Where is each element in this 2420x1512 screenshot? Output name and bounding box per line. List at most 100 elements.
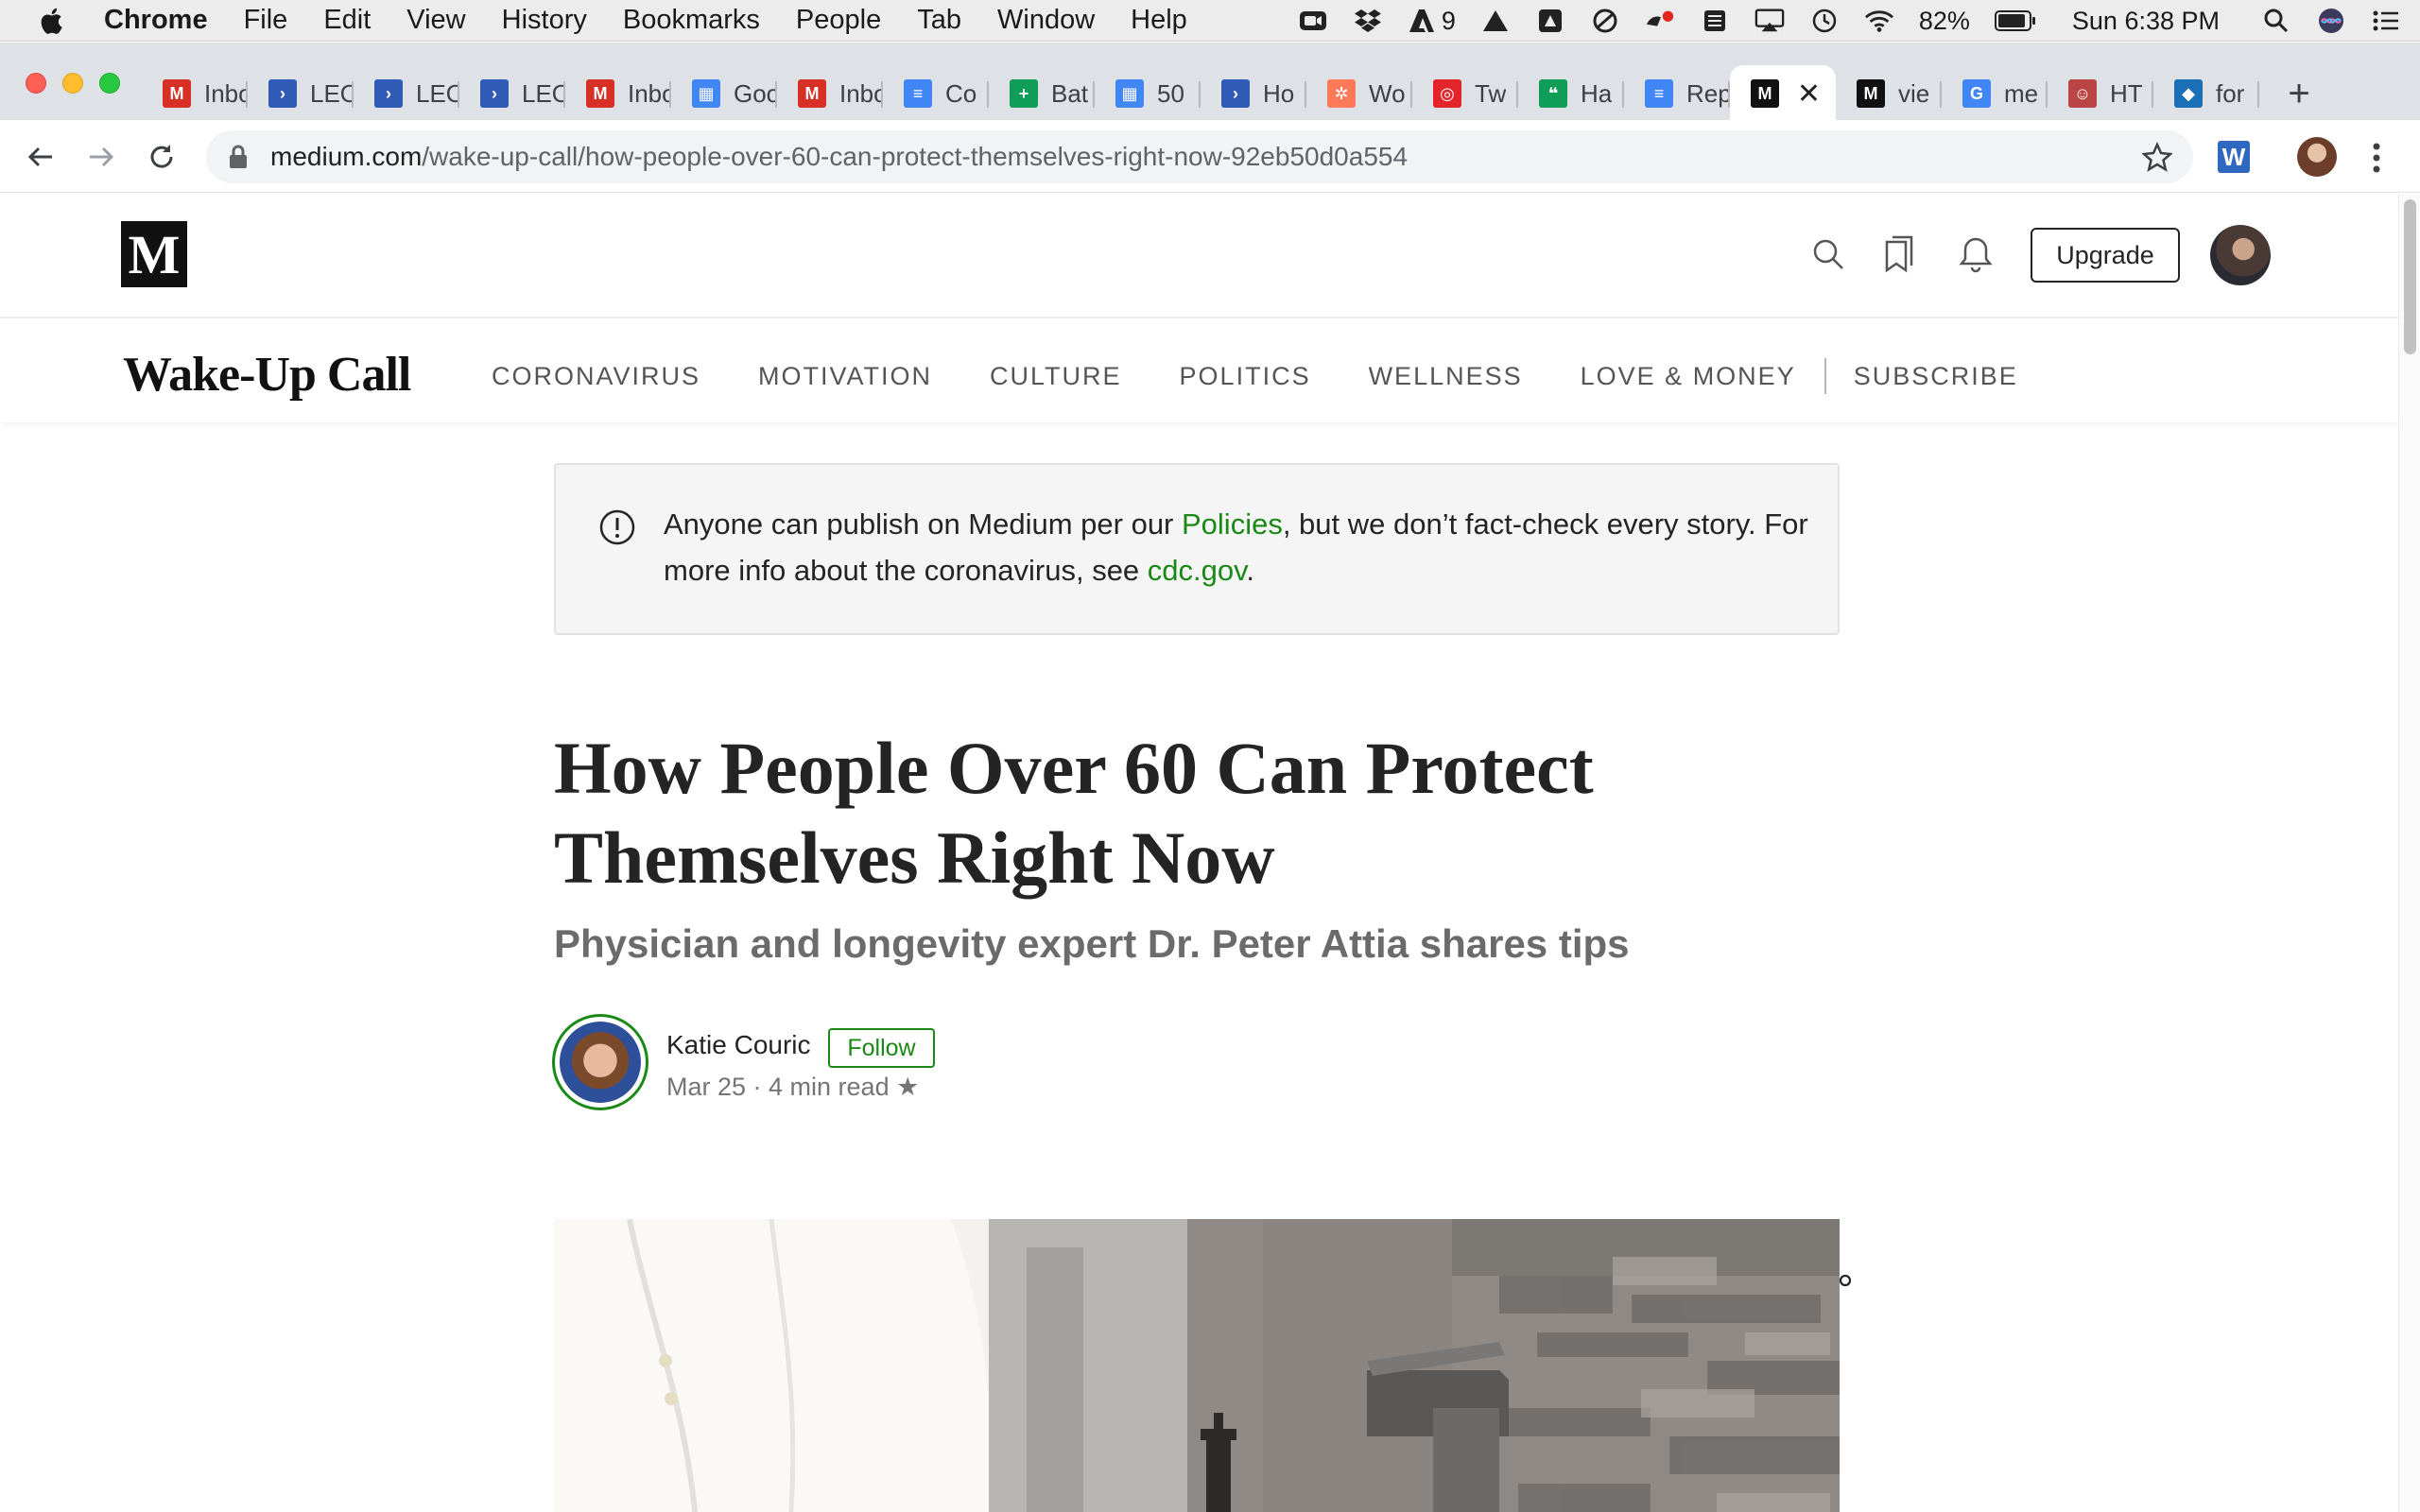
- lock-icon[interactable]: [227, 144, 250, 170]
- upgrade-button[interactable]: Upgrade: [2031, 228, 2180, 283]
- menu-bar-clock[interactable]: Sun 6:38 PM: [2072, 7, 2220, 36]
- browser-tab[interactable]: ❝ Ha: [1518, 68, 1624, 119]
- macos-menu-bar: Chrome File Edit View History Bookmarks …: [0, 0, 2420, 42]
- menu-app-name[interactable]: Chrome: [104, 5, 208, 36]
- nav-politics[interactable]: POLITICS: [1180, 362, 1311, 391]
- nav-culture[interactable]: CULTURE: [990, 362, 1122, 391]
- dropbox-icon[interactable]: [1353, 7, 1383, 35]
- chrome-menu-icon[interactable]: [2371, 139, 2382, 177]
- browser-tab[interactable]: Gme: [1942, 68, 2048, 119]
- browser-tab[interactable]: ▦ Goo: [671, 68, 777, 119]
- menu-help[interactable]: Help: [1131, 5, 1187, 36]
- google-icon: G: [1962, 79, 1991, 108]
- browser-tab[interactable]: › LEO: [354, 68, 459, 119]
- article-subtitle: Physician and longevity expert Dr. Peter…: [554, 921, 1630, 966]
- user-avatar[interactable]: [2210, 225, 2271, 285]
- browser-tab[interactable]: ◎ Tw: [1412, 68, 1518, 119]
- word-extension-icon[interactable]: W: [2218, 141, 2250, 173]
- wifi-icon[interactable]: [1864, 7, 1894, 35]
- window-minimize-button[interactable]: [62, 73, 83, 94]
- notification-center-icon[interactable]: [2371, 7, 2401, 35]
- stack-icon[interactable]: [1700, 7, 1730, 35]
- notifications-button[interactable]: [1953, 232, 1998, 277]
- browser-tab[interactable]: Mvie: [1836, 68, 1942, 119]
- window-close-button[interactable]: [26, 73, 46, 94]
- browser-tab[interactable]: M Inbox: [565, 68, 671, 119]
- menu-window[interactable]: Window: [997, 5, 1095, 36]
- window-zoom-button[interactable]: [99, 73, 120, 94]
- tab-title: HT: [2110, 78, 2143, 108]
- browser-tab[interactable]: + Bat: [989, 68, 1095, 119]
- notice-text-end: .: [1246, 554, 1254, 587]
- nav-motivation[interactable]: MOTIVATION: [758, 362, 932, 391]
- browser-tab[interactable]: ☺ HT: [2048, 68, 2153, 119]
- airplay-icon[interactable]: [1754, 7, 1785, 35]
- browser-tab[interactable]: ≡ Co: [883, 68, 989, 119]
- time-machine-icon[interactable]: [1809, 7, 1840, 35]
- publication-bar: Wake-Up Call CORONAVIRUS MOTIVATION CULT…: [0, 318, 2398, 422]
- menu-file[interactable]: File: [244, 5, 288, 36]
- nav-wellness[interactable]: WELLNESS: [1369, 362, 1523, 391]
- browser-toolbar: medium.com/wake-up-call/how-people-over-…: [0, 120, 2420, 193]
- creative-cloud-icon[interactable]: [1535, 7, 1565, 35]
- tab-list: M Inbox › LEO › LEO › LEO M Inbox ▦ Goo M Inbox ≡ Co + Ba…: [142, 65, 2325, 122]
- author-name[interactable]: Katie Couric: [666, 1030, 811, 1060]
- close-tab-icon[interactable]: ✕: [1797, 77, 1821, 111]
- tab-title: Co: [945, 78, 977, 108]
- browser-tab[interactable]: M ✕: [1730, 65, 1836, 122]
- gmail-icon: M: [798, 79, 826, 108]
- adobe-icon[interactable]: 9: [1408, 7, 1456, 35]
- browser-tab[interactable]: ≡ Rep: [1624, 68, 1730, 119]
- arrow-app-icon: ›: [374, 79, 403, 108]
- forward-button[interactable]: [81, 137, 121, 177]
- new-tab-button[interactable]: +: [2273, 68, 2325, 119]
- browser-tab[interactable]: ✲ Wo: [1306, 68, 1412, 119]
- back-button[interactable]: [21, 137, 60, 177]
- apple-menu-icon[interactable]: [38, 6, 68, 36]
- recording-icon[interactable]: [1645, 7, 1675, 35]
- bookmarks-button[interactable]: [1876, 232, 1922, 277]
- tab-title: Inbox: [839, 78, 883, 108]
- profile-avatar[interactable]: [2297, 137, 2337, 177]
- menu-tab[interactable]: Tab: [917, 5, 961, 36]
- arrow-app-icon: ›: [480, 79, 509, 108]
- drive-icon[interactable]: [1480, 7, 1511, 35]
- bookmark-star-icon[interactable]: [2142, 142, 2172, 172]
- author-avatar[interactable]: [552, 1014, 648, 1110]
- nav-coronavirus[interactable]: CORONAVIRUS: [492, 362, 700, 391]
- browser-tab[interactable]: M Inbox: [142, 68, 248, 119]
- spotlight-search-icon[interactable]: [2261, 7, 2291, 35]
- medium-icon: M: [1857, 79, 1885, 108]
- browser-tab[interactable]: › LEO: [248, 68, 354, 119]
- menu-edit[interactable]: Edit: [323, 5, 371, 36]
- menu-people[interactable]: People: [796, 5, 881, 36]
- sheets-icon: +: [1010, 79, 1038, 108]
- reload-button[interactable]: [142, 137, 182, 177]
- policies-link[interactable]: Policies: [1182, 507, 1283, 541]
- article-meta: Mar 25 · 4 min read ★: [666, 1073, 920, 1101]
- address-bar[interactable]: medium.com/wake-up-call/how-people-over-…: [206, 130, 2193, 183]
- nav-subscribe[interactable]: SUBSCRIBE: [1854, 362, 2018, 391]
- follow-button[interactable]: Follow: [828, 1028, 935, 1068]
- browser-tab[interactable]: › LEO: [459, 68, 565, 119]
- browser-tab[interactable]: ◆ for: [2153, 68, 2259, 119]
- menu-bookmarks[interactable]: Bookmarks: [623, 5, 760, 36]
- browser-tab[interactable]: › Ho: [1201, 68, 1306, 119]
- url-path: /wake-up-call/how-people-over-60-can-pro…: [422, 142, 1409, 171]
- browser-tab[interactable]: ▦ 50: [1095, 68, 1201, 119]
- browser-tab[interactable]: M Inbox: [777, 68, 883, 119]
- menu-view[interactable]: View: [406, 5, 465, 36]
- do-not-disturb-icon[interactable]: [1590, 7, 1620, 35]
- publication-logo[interactable]: Wake-Up Call: [123, 347, 411, 403]
- zoom-icon[interactable]: [1298, 7, 1328, 35]
- page-scrollbar[interactable]: [2398, 194, 2420, 1512]
- cdc-link[interactable]: cdc.gov: [1148, 554, 1247, 587]
- scrollbar-thumb[interactable]: [2404, 199, 2416, 354]
- menu-history[interactable]: History: [502, 5, 587, 36]
- search-button[interactable]: [1806, 232, 1851, 277]
- battery-icon[interactable]: [1994, 7, 2036, 35]
- web-page: M Upgrade Wake-Up Call CORONAVIRUS MOTIV…: [0, 194, 2398, 1512]
- medium-logo[interactable]: M: [121, 221, 187, 287]
- nav-love-money[interactable]: LOVE & MONEY: [1581, 362, 1796, 391]
- siri-icon[interactable]: [2316, 7, 2346, 35]
